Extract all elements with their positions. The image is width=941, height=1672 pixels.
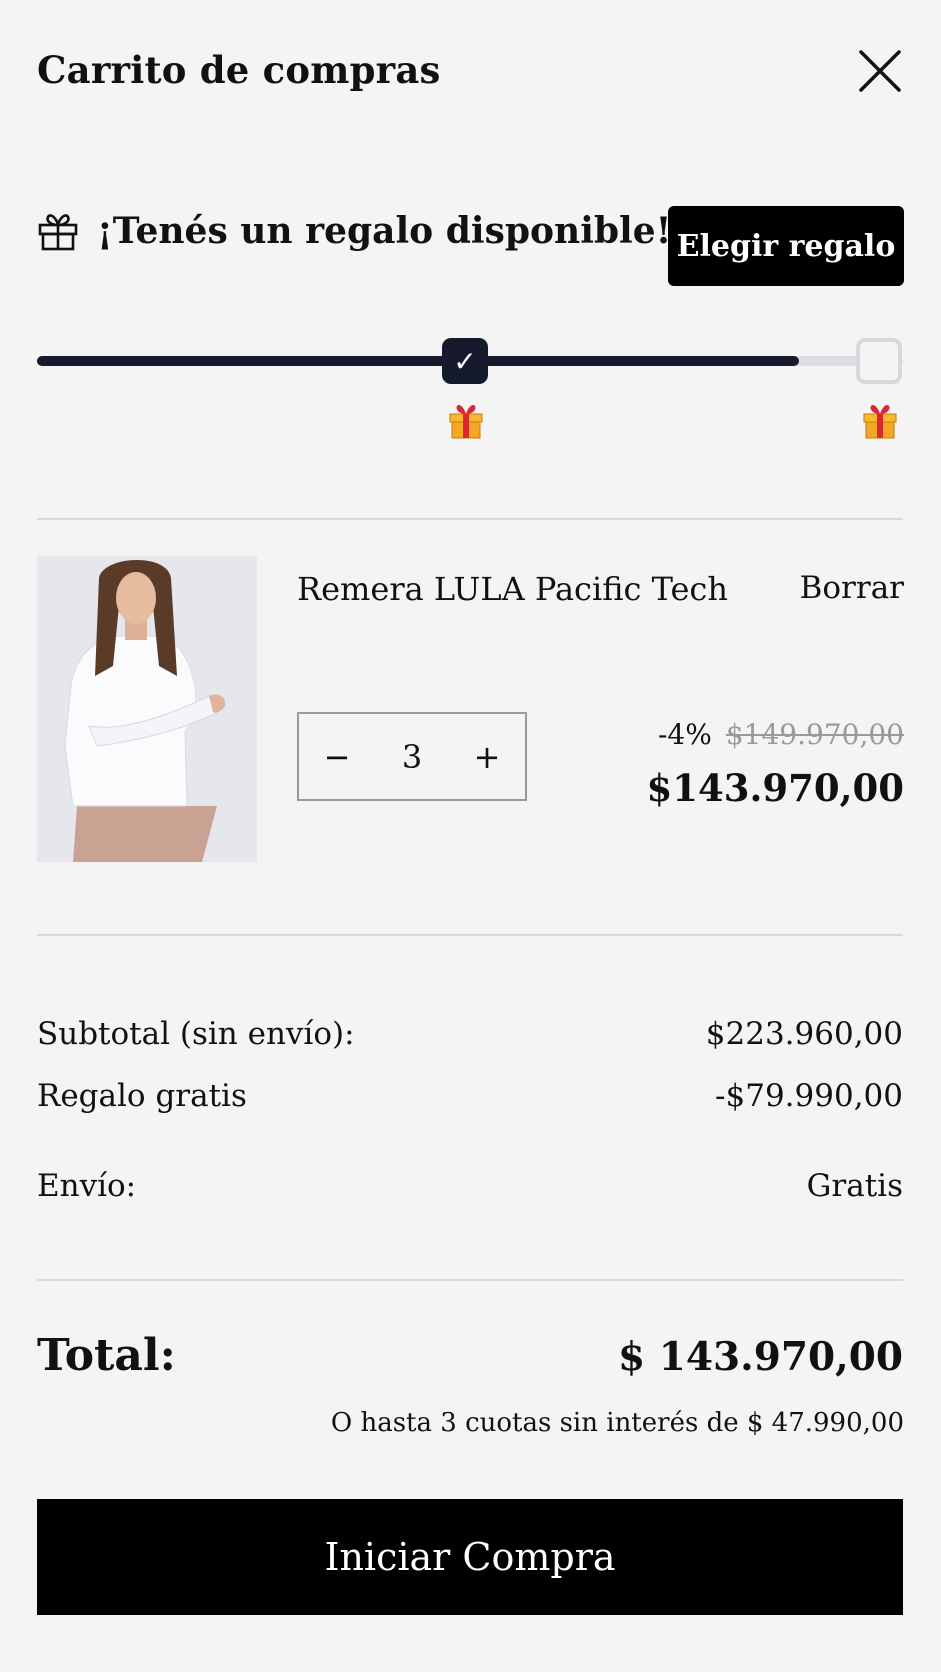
close-button[interactable] [855,46,905,96]
subtotal-label: Subtotal (sin envío): [37,1016,355,1052]
installments-text: O hasta 3 cuotas sin interés de $ 47.990… [330,1408,904,1438]
cart-drawer: Carrito de compras ¡Tenés un regalo disp… [0,0,941,1672]
quantity-value[interactable]: 3 [402,738,422,776]
remove-item-link[interactable]: Borrar [800,570,904,606]
product-price: $143.970,00 [646,766,904,810]
subtotal-value: $223.960,00 [705,1016,903,1052]
decrement-button[interactable]: − [319,738,355,776]
increment-button[interactable]: + [469,738,505,776]
checkout-button[interactable]: Iniciar Compra [37,1499,903,1615]
discount-badge: -4% [657,718,712,751]
product-photo [37,556,257,862]
choose-gift-button[interactable]: Elegir regalo [668,206,904,286]
close-icon [859,50,901,92]
divider [37,1279,903,1281]
cart-title: Carrito de compras [37,48,441,92]
gift-discount-value: -$79.990,00 [715,1078,903,1114]
discount-line: -4% $149.970,00 [658,718,904,751]
subtotal-row: Subtotal (sin envío): $223.960,00 [37,1016,903,1052]
gift-discount-row: Regalo gratis -$79.990,00 [37,1078,903,1114]
milestone-1-checked: ✓ [442,338,488,384]
shipping-row: Envío: Gratis [37,1168,903,1204]
shipping-label: Envío: [37,1168,137,1204]
milestone-2-unchecked [856,338,902,384]
gift-message: ¡Tenés un regalo disponible! [97,210,672,252]
divider [37,934,903,936]
product-name[interactable]: Remera LULA Pacific Tech [297,570,728,608]
quantity-stepper: − 3 + [297,712,527,801]
present-emoji-icon [863,404,897,439]
gift-progress-fill [37,356,800,366]
total-row: Total: $ 143.970,00 [37,1330,903,1381]
total-label: Total: [37,1330,176,1381]
gift-banner: ¡Tenés un regalo disponible! [37,210,671,252]
divider [37,518,903,520]
original-price: $149.970,00 [725,718,904,751]
shipping-value: Gratis [806,1168,903,1204]
product-image[interactable] [37,556,257,862]
gift-discount-label: Regalo gratis [37,1078,247,1114]
present-emoji-icon [449,404,483,439]
check-icon: ✓ [453,344,477,378]
gift-outline-icon [38,214,78,251]
total-value: $ 143.970,00 [618,1334,903,1380]
